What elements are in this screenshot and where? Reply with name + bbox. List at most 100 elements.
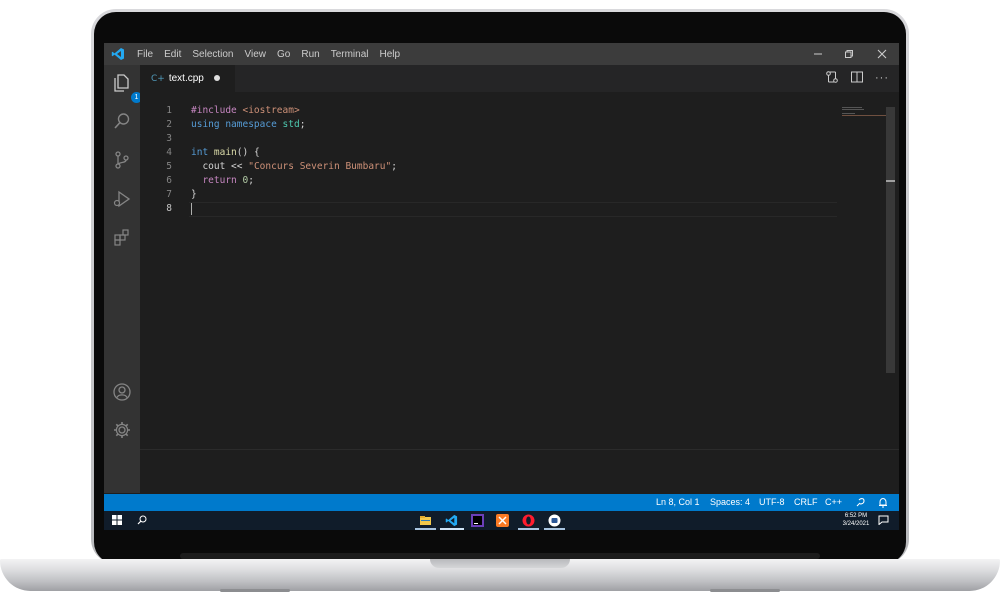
- laptop-notch: [430, 559, 570, 568]
- action-center-icon[interactable]: [878, 515, 889, 525]
- open-changes-button[interactable]: [824, 70, 840, 86]
- status-cursor-position[interactable]: Ln 8, Col 1: [656, 494, 700, 511]
- accounts-button[interactable]: [112, 382, 132, 402]
- xampp-icon[interactable]: [496, 514, 509, 527]
- code-line[interactable]: [191, 132, 397, 146]
- scrollbar-position-marker: [886, 180, 895, 182]
- restore-button[interactable]: [832, 43, 865, 65]
- code-token: ;: [299, 119, 306, 130]
- line-number: 5: [166, 161, 172, 172]
- code-token: "Concurs Severin Bumbaru": [248, 161, 392, 172]
- app-taskbar-icon[interactable]: [548, 514, 561, 527]
- extensions-button[interactable]: [112, 227, 132, 247]
- windows-start-icon[interactable]: [112, 515, 122, 525]
- source-control-icon: [115, 151, 129, 169]
- text-cursor: [191, 203, 192, 215]
- menu-view[interactable]: View: [245, 49, 267, 60]
- more-actions-button[interactable]: ···: [874, 70, 890, 86]
- extensions-icon: [114, 229, 129, 246]
- screen: File Edit Selection View Go Run Terminal…: [104, 43, 899, 530]
- run-debug-icon: [113, 190, 131, 208]
- code-token: ;: [248, 175, 254, 186]
- line-number: 4: [166, 147, 172, 158]
- status-language[interactable]: C++: [825, 494, 842, 511]
- close-icon: [877, 49, 886, 59]
- code-line[interactable]: return 0;: [191, 174, 397, 188]
- tab-strip: C+ text.cpp ···: [140, 65, 899, 92]
- taskbar-clock[interactable]: 6:52 PM 3/24/2021: [839, 512, 873, 528]
- opera-browser-icon[interactable]: [522, 514, 535, 527]
- laptop-foot-left: [220, 589, 290, 592]
- cpp-file-icon: C+: [151, 73, 165, 84]
- laptop-foot-right: [710, 589, 780, 592]
- close-button[interactable]: [865, 43, 898, 65]
- source-control-button[interactable]: [112, 150, 132, 170]
- code-token: ;: [391, 161, 397, 172]
- gear-icon: [114, 422, 130, 438]
- tab-text-cpp[interactable]: C+ text.cpp: [140, 65, 235, 92]
- code-token: std: [282, 119, 300, 130]
- split-editor-button[interactable]: [849, 70, 865, 86]
- code-line[interactable]: [191, 202, 397, 216]
- panel-area: [140, 449, 899, 494]
- restore-icon: [844, 50, 853, 58]
- minimap[interactable]: [842, 107, 886, 117]
- status-eol[interactable]: CRLF: [794, 494, 818, 511]
- explorer-button[interactable]: 1: [112, 73, 142, 103]
- code-token: () {: [236, 147, 260, 158]
- code-token: int: [191, 147, 214, 158]
- menu-go[interactable]: Go: [277, 49, 290, 60]
- code-token: using: [191, 119, 226, 130]
- code-token: namespace: [225, 119, 283, 130]
- search-button[interactable]: [112, 111, 132, 131]
- code-line[interactable]: }: [191, 188, 397, 202]
- code-token: <<: [231, 161, 249, 172]
- line-number: 8: [166, 203, 172, 214]
- manage-button[interactable]: [112, 420, 132, 440]
- line-number: 1: [166, 105, 172, 116]
- line-number: 7: [166, 189, 172, 200]
- editor[interactable]: 1 2 3 4 5 6 7 8 #include <iostream> using namesp…: [140, 92, 899, 449]
- menu-run[interactable]: Run: [301, 49, 319, 60]
- vscode-active-indicator: [440, 528, 464, 530]
- line-number: 6: [166, 175, 172, 186]
- clock-time: 6:52 PM: [844, 513, 868, 519]
- notifications-button[interactable]: [878, 494, 888, 511]
- vscode-taskbar-icon[interactable]: [445, 514, 458, 527]
- menu-terminal[interactable]: Terminal: [331, 49, 369, 60]
- line-number-gutter: 1 2 3 4 5 6 7 8: [140, 104, 172, 216]
- code-line[interactable]: using namespace std;: [191, 118, 397, 132]
- jetbrains-ide-icon[interactable]: [471, 514, 484, 527]
- unsaved-dot-icon[interactable]: [214, 75, 220, 81]
- code-token: }: [191, 189, 197, 200]
- vscode-logo-icon: [111, 48, 124, 60]
- status-indentation[interactable]: Spaces: 4: [710, 494, 750, 511]
- clock-date: 3/24/2021: [842, 521, 870, 527]
- code-line[interactable]: int main() {: [191, 146, 397, 160]
- compare-changes-icon: [826, 71, 838, 83]
- account-icon: [113, 383, 131, 401]
- line-number: 3: [166, 133, 172, 144]
- minimize-button[interactable]: [801, 43, 834, 65]
- windows-taskbar: 6:52 PM 3/24/2021: [104, 511, 899, 530]
- run-debug-button[interactable]: [112, 189, 132, 209]
- menu-file[interactable]: File: [137, 49, 153, 60]
- taskbar-search-icon[interactable]: [137, 515, 147, 525]
- status-encoding[interactable]: UTF-8: [759, 494, 785, 511]
- app-running-indicator: [544, 528, 565, 530]
- code-token: <iostream>: [242, 105, 300, 116]
- file-explorer-icon[interactable]: [419, 514, 432, 527]
- minimize-icon: [813, 53, 822, 55]
- line-number: 2: [166, 119, 172, 130]
- ellipsis-icon: ···: [875, 72, 889, 84]
- code-area[interactable]: #include <iostream> using namespace std; i…: [191, 104, 397, 216]
- menu-edit[interactable]: Edit: [164, 49, 181, 60]
- feedback-button[interactable]: [855, 494, 866, 511]
- opera-running-indicator: [518, 528, 539, 530]
- menu-help[interactable]: Help: [380, 49, 401, 60]
- vertical-scrollbar[interactable]: [886, 107, 895, 373]
- menu-selection[interactable]: Selection: [192, 49, 233, 60]
- code-token: return: [191, 175, 243, 186]
- code-line[interactable]: cout << "Concurs Severin Bumbaru";: [191, 160, 397, 174]
- code-line[interactable]: #include <iostream>: [191, 104, 397, 118]
